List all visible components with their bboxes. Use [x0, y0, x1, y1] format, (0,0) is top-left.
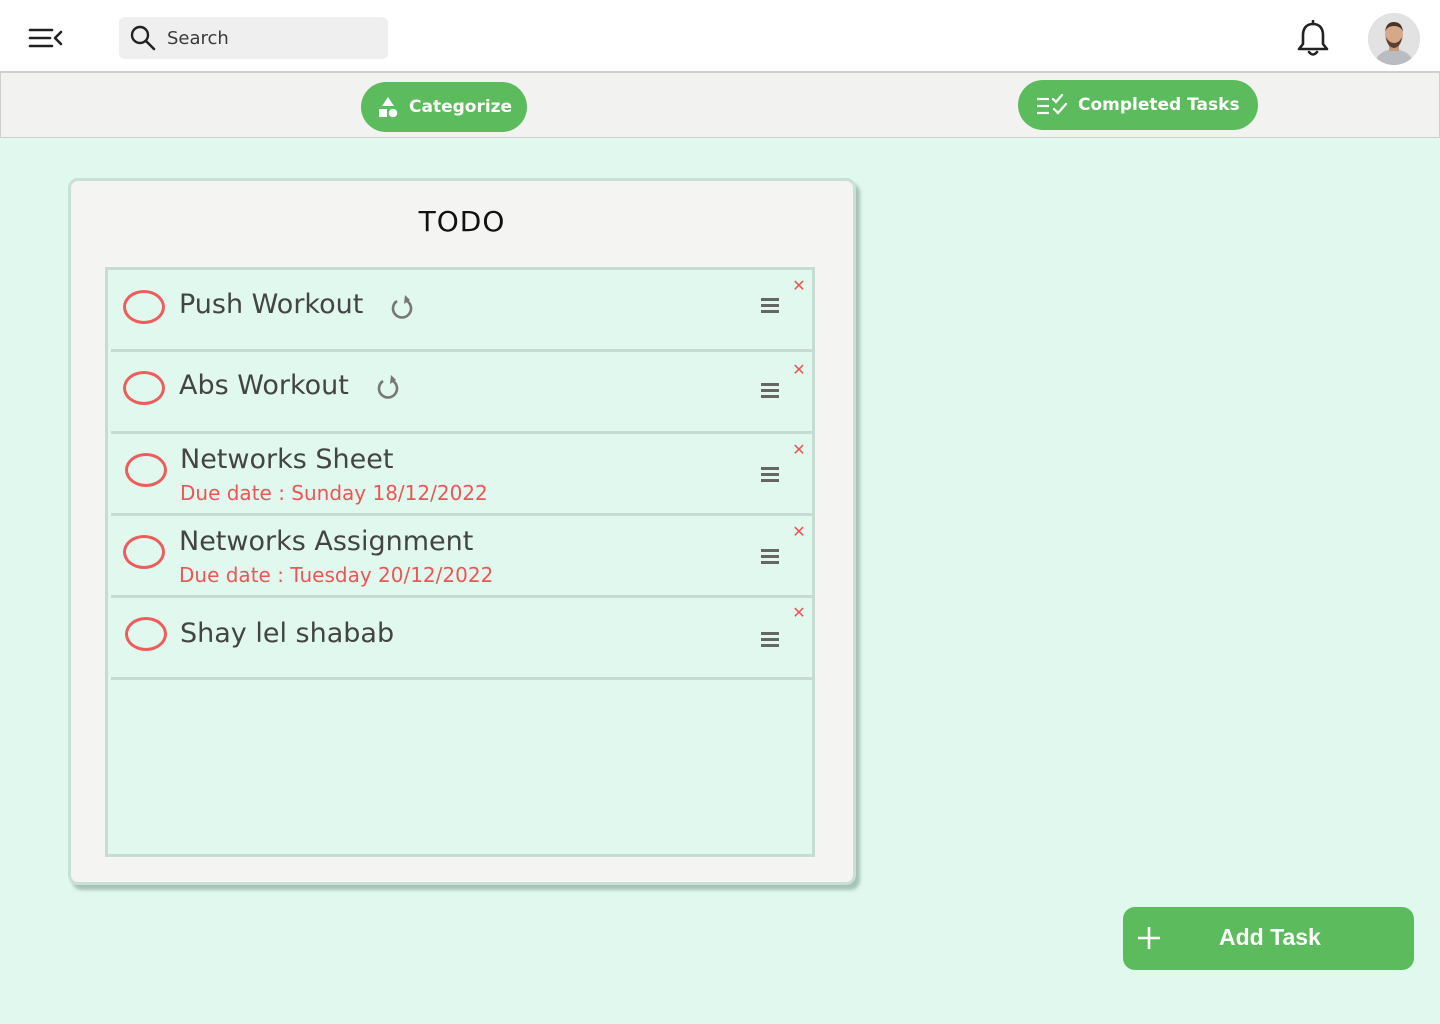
drag-handle-icon[interactable]: [761, 632, 779, 648]
action-bar: Categorize Completed Tasks: [0, 72, 1440, 138]
add-task-label: Add Task: [1219, 924, 1321, 950]
task-name: Networks Sheet: [180, 444, 394, 475]
task-due-date: Due date : Tuesday 20/12/2022: [179, 563, 494, 587]
task-complete-checkbox[interactable]: [125, 617, 167, 651]
task-name: Networks Assignment: [179, 526, 474, 557]
close-icon[interactable]: ✕: [791, 442, 807, 458]
task-complete-checkbox[interactable]: [123, 371, 165, 405]
close-icon[interactable]: ✕: [791, 362, 807, 378]
task-item[interactable]: Abs Workout ✕: [111, 352, 815, 434]
search-input[interactable]: [167, 17, 382, 59]
bell-icon[interactable]: [1296, 19, 1330, 58]
task-complete-checkbox[interactable]: [123, 535, 165, 569]
task-item[interactable]: Networks Assignment Due date : Tuesday 2…: [111, 516, 815, 598]
close-icon[interactable]: ✕: [791, 524, 807, 540]
task-due-date: Due date : Sunday 18/12/2022: [180, 481, 488, 505]
drag-handle-icon[interactable]: [761, 383, 779, 399]
todo-title: TODO: [418, 205, 506, 238]
close-icon[interactable]: ✕: [791, 278, 807, 294]
task-item[interactable]: Push Workout ✕: [111, 270, 815, 352]
task-complete-checkbox[interactable]: [125, 453, 167, 487]
task-name: Abs Workout: [179, 370, 349, 401]
completed-tasks-button[interactable]: Completed Tasks: [1018, 80, 1258, 130]
task-item[interactable]: Networks Sheet Due date : Sunday 18/12/2…: [111, 434, 815, 516]
menu-collapse-icon[interactable]: [28, 24, 64, 52]
drag-handle-icon[interactable]: [761, 549, 779, 565]
shapes-icon: [379, 97, 398, 118]
task-name: Push Workout: [179, 289, 364, 320]
task-name: Shay lel shabab: [180, 618, 395, 649]
task-item[interactable]: Shay lel shabab ✕: [111, 598, 815, 680]
top-bar: [0, 0, 1440, 72]
todo-card: TODO Push Workout ✕ Abs Workout ✕ Networ…: [68, 178, 856, 885]
task-complete-checkbox[interactable]: [123, 290, 165, 324]
plus-icon: [1138, 927, 1160, 949]
completed-tasks-label: Completed Tasks: [1078, 95, 1240, 115]
search-icon: [130, 25, 156, 51]
search-box: [119, 17, 388, 59]
repeat-icon: [389, 294, 415, 322]
drag-handle-icon[interactable]: [761, 298, 779, 314]
avatar[interactable]: [1368, 13, 1420, 65]
drag-handle-icon[interactable]: [761, 467, 779, 483]
close-icon[interactable]: ✕: [791, 605, 807, 621]
task-list: Push Workout ✕ Abs Workout ✕ Networks Sh…: [105, 267, 815, 857]
add-task-button[interactable]: Add Task: [1123, 907, 1414, 970]
repeat-icon: [375, 374, 401, 402]
categorize-label: Categorize: [409, 97, 513, 117]
checklist-icon: [1037, 94, 1068, 115]
categorize-button[interactable]: Categorize: [361, 82, 527, 132]
